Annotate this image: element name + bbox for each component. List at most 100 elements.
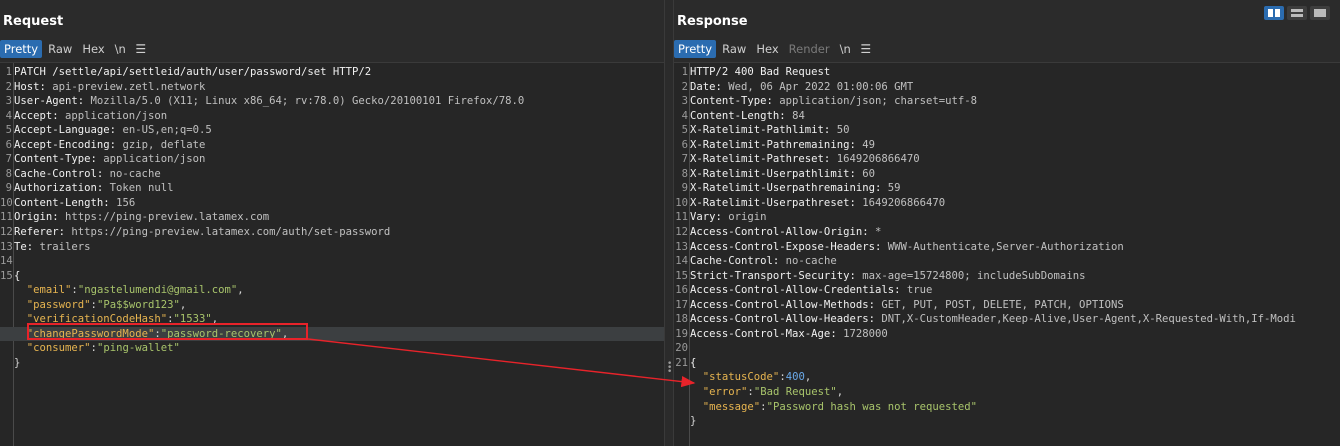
header-name: Authorization: bbox=[14, 182, 110, 195]
header-name: Access-Control-Allow-Headers: bbox=[690, 313, 882, 326]
request-tab-bar: Pretty Raw Hex \n ☰ bbox=[0, 40, 150, 58]
request-tab-hex[interactable]: Hex bbox=[78, 40, 108, 58]
json-close-brace: } bbox=[14, 356, 21, 369]
response-tab-pretty[interactable]: Pretty bbox=[674, 40, 717, 58]
header-value: 156 bbox=[116, 196, 136, 209]
response-menu-icon[interactable]: ☰ bbox=[857, 40, 875, 58]
line-number: 12 bbox=[0, 226, 13, 239]
request-editor[interactable]: 1 PATCH /settle/api/settleid/auth/user/pa… bbox=[0, 62, 664, 446]
header-name: Content-Length: bbox=[690, 109, 793, 122]
line-number: 7 bbox=[681, 153, 688, 166]
header-value: Token null bbox=[109, 182, 174, 195]
code-line: 20 bbox=[674, 341, 1340, 356]
code-line: 5 Accept-Language: en-US,en;q=0.5 bbox=[0, 123, 664, 138]
code-line: 16 Access-Control-Allow-Credentials: true bbox=[674, 283, 1340, 298]
response-tab-hex[interactable]: Hex bbox=[752, 40, 782, 58]
header-value: no-cache bbox=[785, 255, 837, 268]
code-line: 12Referer: https://ping-preview.latamex.… bbox=[0, 225, 664, 240]
header-name: User-Agent: bbox=[14, 95, 91, 108]
json-line: "changePasswordMode":"password-recovery"… bbox=[0, 326, 664, 342]
line-number: 13 bbox=[0, 240, 13, 253]
response-editor[interactable]: 1 HTTP/2 400 Bad Request 2 Date: Wed, 06 Ap… bbox=[674, 62, 1340, 446]
header-name: Access-Control-Max-Age: bbox=[690, 327, 844, 340]
json-comma: , bbox=[804, 371, 812, 384]
json-key: "error" bbox=[702, 386, 748, 399]
line-number: 11 bbox=[0, 211, 13, 224]
line-number: 3 bbox=[5, 95, 12, 108]
header-name: Accept-Language: bbox=[14, 124, 123, 137]
line-number: 1 bbox=[681, 66, 688, 78]
json-key: "consumer" bbox=[26, 342, 91, 355]
json-key: "password" bbox=[26, 298, 91, 311]
header-name: X-Ratelimit-Pathremaining: bbox=[690, 138, 863, 151]
json-value: "ngastelumendi@gmail.com" bbox=[77, 284, 238, 297]
header-name: X-Ratelimit-Userpathreset: bbox=[690, 196, 863, 209]
response-tab-render[interactable]: Render bbox=[785, 40, 834, 58]
layout-stacked-icon[interactable] bbox=[1287, 6, 1307, 20]
response-tab-newline[interactable]: \n bbox=[836, 40, 855, 58]
code-line: 11Origin: https://ping-preview.latamex.c… bbox=[0, 210, 664, 225]
header-value: application/json bbox=[103, 153, 206, 166]
line-number: 19 bbox=[675, 327, 688, 340]
code-line: 3 User-Agent: Mozilla/5.0 (X11; Linux x86… bbox=[0, 94, 664, 109]
header-value: origin bbox=[728, 211, 767, 224]
header-name: PATCH /settle/api/settleid/auth/user/pas… bbox=[14, 66, 372, 78]
line-number: 2 bbox=[5, 80, 12, 93]
json-close-line: } bbox=[0, 356, 664, 371]
request-title: Request bbox=[3, 14, 64, 29]
json-key: "email" bbox=[26, 284, 72, 297]
line-number: 4 bbox=[5, 109, 12, 122]
header-name: Access-Control-Allow-Credentials: bbox=[690, 284, 907, 297]
header-value: 49 bbox=[862, 138, 875, 151]
header-value: max-age=15724800; includeSubDomains bbox=[862, 269, 1086, 282]
json-comma: , bbox=[211, 313, 219, 326]
header-value: 1649206866470 bbox=[862, 196, 946, 209]
code-line: 1 HTTP/2 400 Bad Request bbox=[674, 65, 1340, 80]
request-menu-icon[interactable]: ☰ bbox=[132, 40, 150, 58]
line-number: 2 bbox=[681, 80, 688, 93]
layout-single-icon[interactable] bbox=[1310, 6, 1330, 20]
code-line: 14 bbox=[0, 254, 664, 269]
request-tab-pretty[interactable]: Pretty bbox=[0, 40, 43, 58]
header-value: en-US,en;q=0.5 bbox=[122, 124, 212, 137]
header-name: Vary: bbox=[690, 211, 729, 224]
code-line: 11 Vary: origin bbox=[674, 210, 1340, 225]
code-line: 18 Access-Control-Allow-Headers: DNT,X-Cu… bbox=[674, 312, 1340, 327]
code-line: 13 Access-Control-Expose-Headers: WWW-Aut… bbox=[674, 240, 1340, 255]
header-value: GET, PUT, POST, DELETE, PATCH, OPTIONS bbox=[881, 298, 1124, 311]
request-tab-newline[interactable]: \n bbox=[111, 40, 130, 58]
request-tab-raw[interactable]: Raw bbox=[44, 40, 76, 58]
header-name: Access-Control-Allow-Origin: bbox=[690, 226, 875, 239]
json-line: "message":"Password hash was not request… bbox=[674, 400, 1340, 415]
header-name: X-Ratelimit-Pathreset: bbox=[690, 153, 837, 166]
layout-toggle-group bbox=[1264, 6, 1330, 20]
layout-side-by-side-icon[interactable] bbox=[1264, 6, 1284, 20]
line-number: 14 bbox=[0, 255, 13, 268]
line-number: 5 bbox=[5, 124, 12, 137]
json-comma: , bbox=[179, 298, 187, 311]
header-value: * bbox=[874, 226, 882, 239]
response-tab-raw[interactable]: Raw bbox=[718, 40, 750, 58]
header-name: Date: bbox=[690, 80, 729, 93]
header-name: Te: bbox=[14, 240, 40, 253]
json-line: "password":"Pa$$word123", bbox=[0, 298, 664, 313]
header-name: Content-Length: bbox=[14, 196, 117, 209]
header-name: X-Ratelimit-Userpathremaining: bbox=[690, 182, 888, 195]
line-number: 18 bbox=[675, 313, 688, 326]
json-comma: , bbox=[281, 327, 289, 340]
json-comma: , bbox=[237, 284, 244, 297]
splitter-grip-icon: • • • bbox=[667, 359, 673, 377]
header-value: api-preview.zetl.network bbox=[52, 80, 206, 93]
header-value: 59 bbox=[887, 182, 901, 195]
code-line: 4 Accept: application/json bbox=[0, 109, 664, 124]
pane-splitter[interactable]: • • • bbox=[664, 0, 674, 446]
request-code: 1 PATCH /settle/api/settleid/auth/user/pa… bbox=[0, 65, 664, 370]
json-key: "statusCode" bbox=[702, 371, 780, 384]
line-number: 4 bbox=[681, 109, 688, 122]
code-line: 2 Date: Wed, 06 Apr 2022 01:00:06 GMT bbox=[674, 80, 1340, 95]
header-value: Mozilla/5.0 (X11; Linux x86_64; rv:78.0)… bbox=[90, 95, 525, 108]
json-value: "1533" bbox=[173, 313, 212, 326]
line-number: 20 bbox=[675, 342, 688, 355]
header-name: X-Ratelimit-Userpathlimit: bbox=[690, 167, 863, 180]
json-close-line: } bbox=[674, 414, 1340, 429]
